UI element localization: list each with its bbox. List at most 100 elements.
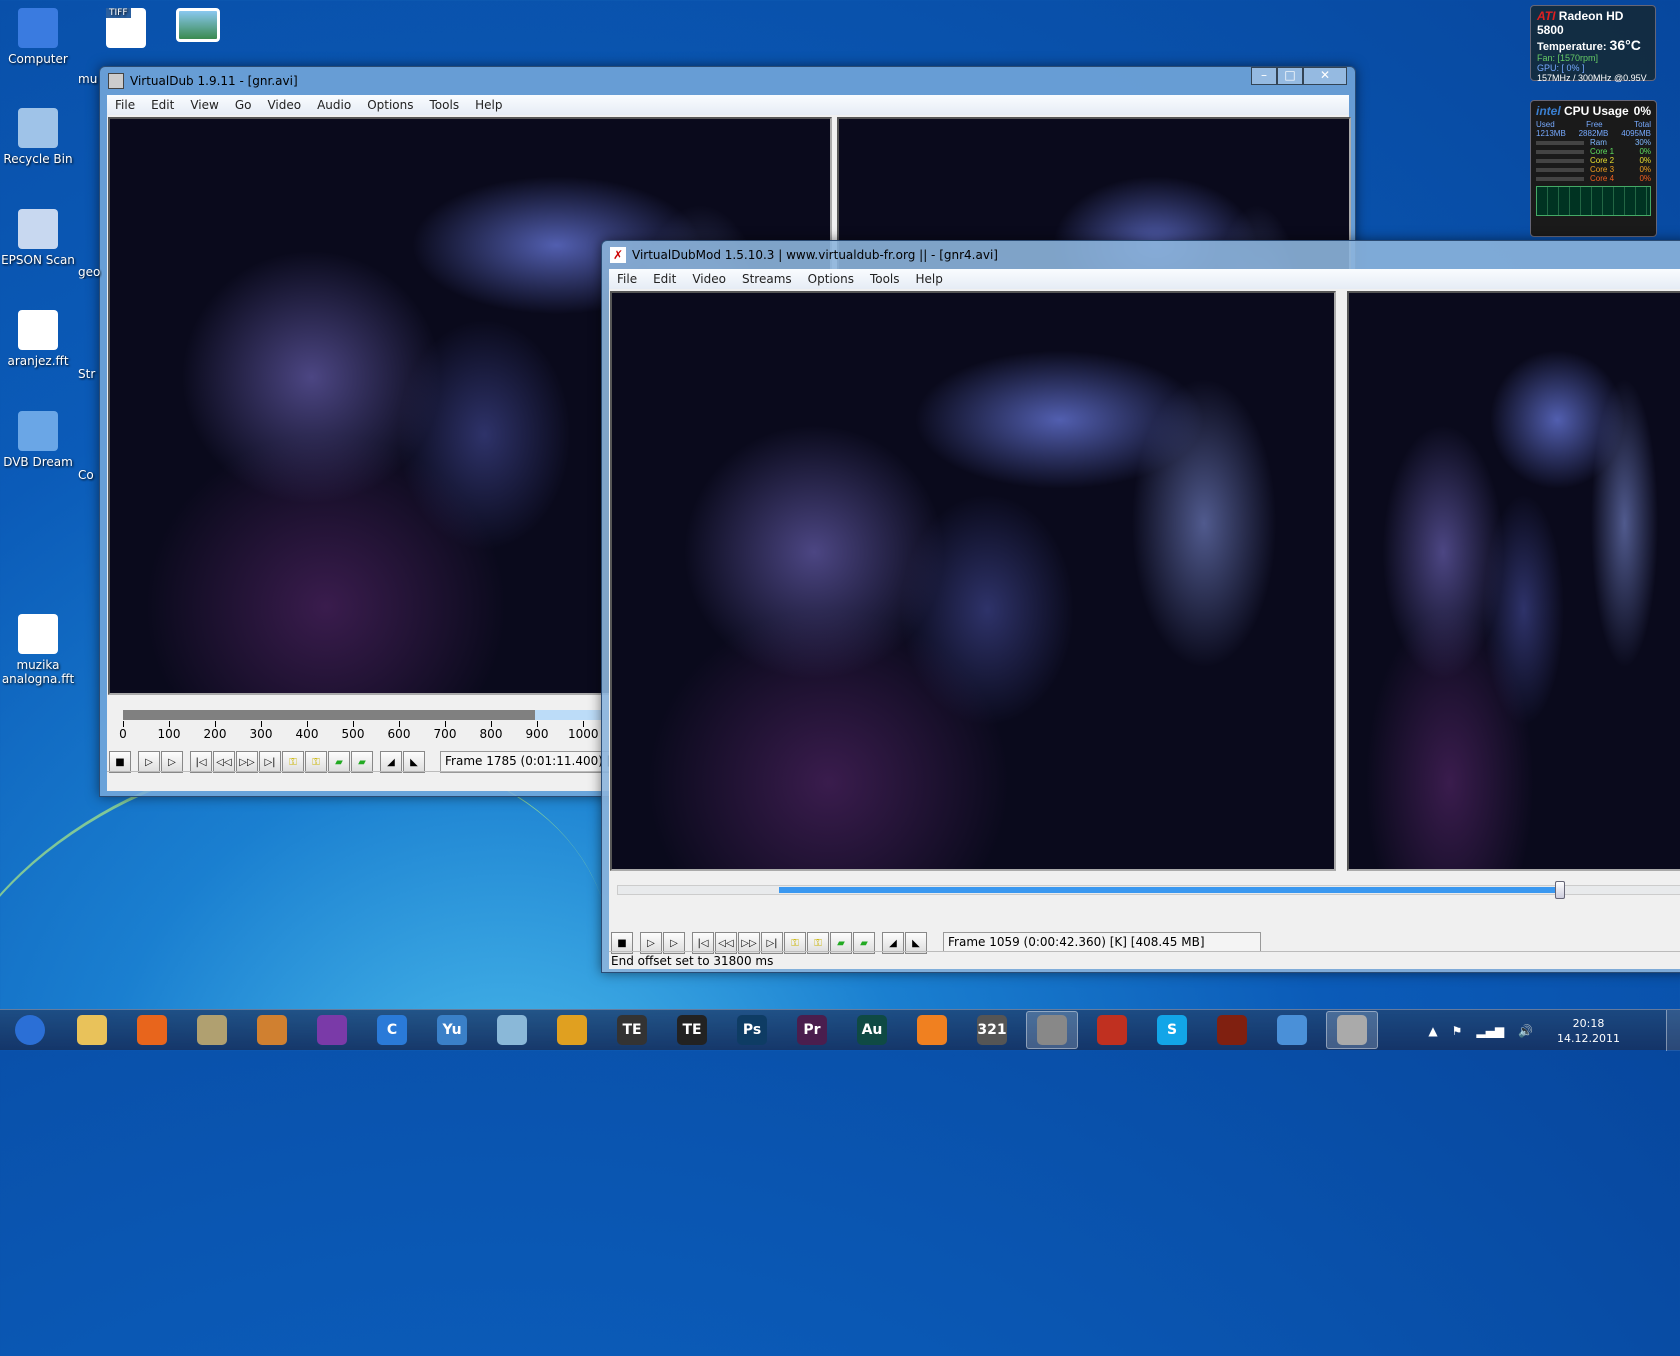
action-center-flag-icon[interactable]: ⚑ [1452, 1024, 1463, 1038]
slider-thumb[interactable] [1554, 881, 1565, 899]
taskbar-start[interactable] [8, 1011, 52, 1049]
menu-edit[interactable]: Edit [645, 272, 684, 286]
menu-help[interactable]: Help [467, 98, 510, 112]
menu-options[interactable]: Options [359, 98, 421, 112]
position-slider[interactable] [617, 881, 1680, 899]
show-hidden-icons-arrow-icon[interactable]: ▲ [1428, 1024, 1437, 1038]
close-button[interactable]: ✕ [1303, 67, 1347, 85]
taskbar-winrar[interactable] [306, 1011, 358, 1049]
next-keyframe-button[interactable]: ⚿ [305, 751, 327, 773]
taskbar-headphones[interactable] [546, 1011, 598, 1049]
menu-edit[interactable]: Edit [143, 98, 182, 112]
tick-label: 1000 [568, 727, 599, 741]
taskbar-app-321[interactable]: 321 [966, 1011, 1018, 1049]
taskbar-virtualdubmod[interactable] [1326, 1011, 1378, 1049]
menu-view[interactable]: View [182, 98, 226, 112]
used-value: 1213MB [1536, 129, 1566, 138]
free-value: 2882MB [1578, 129, 1609, 138]
desktop-icon[interactable]: muzika analogna.fft [0, 614, 76, 686]
desktop-item-icon [18, 411, 58, 451]
mark-out-button[interactable]: ◣ [403, 751, 425, 773]
start-button[interactable]: |◁ [190, 751, 212, 773]
volume-icon[interactable]: 🔊 [1518, 1024, 1533, 1038]
title-bar[interactable]: ✗ VirtualDubMod 1.5.10.3 | www.virtualdub… [602, 241, 1680, 269]
taskbar-firefox[interactable] [126, 1011, 178, 1049]
menu-file[interactable]: File [107, 98, 143, 112]
menu-help[interactable]: Help [908, 272, 951, 286]
menu-streams[interactable]: Streams [734, 272, 800, 286]
ati-gadget[interactable]: ATI Radeon HD 5800 Temperature: 36°C Fan… [1530, 5, 1656, 83]
end-button[interactable]: ▷| [259, 751, 281, 773]
title-bar[interactable]: VirtualDub 1.9.11 - [gnr.avi] [100, 67, 1355, 95]
menu-video[interactable]: Video [259, 98, 309, 112]
minimize-button[interactable]: – [1251, 67, 1277, 85]
menu-video[interactable]: Video [684, 272, 734, 286]
mark-in-button[interactable]: ◢ [380, 751, 402, 773]
taskbar-skype[interactable]: S [1146, 1011, 1198, 1049]
desktop-icon-image[interactable] [160, 8, 236, 46]
next-key-button[interactable]: ▷▷ [236, 751, 258, 773]
taskbar-rss[interactable] [906, 1011, 958, 1049]
virtualdubmod-icon: ✗ [610, 247, 626, 263]
taskbar-premiere[interactable]: Pr [786, 1011, 838, 1049]
desktop-icon-partial[interactable]: geo [78, 265, 102, 279]
menu-options[interactable]: Options [800, 272, 862, 286]
clock-time: 20:18 [1572, 1017, 1605, 1030]
desktop-icon-partial[interactable]: mu [78, 72, 102, 86]
prev-key-button[interactable]: ◁◁ [213, 751, 235, 773]
taskbar-app-yu[interactable]: Yu [426, 1011, 478, 1049]
menu-tools[interactable]: Tools [862, 272, 908, 286]
taskbar-photoshop[interactable]: Ps [726, 1011, 778, 1049]
taskbar-dvb[interactable] [1266, 1011, 1318, 1049]
desktop-icon-tiff[interactable]: TIFF [88, 8, 164, 52]
desktop-icon[interactable]: aranjez.fft [0, 310, 76, 368]
prev-scene-button[interactable]: ▰ [328, 751, 350, 773]
desktop-icon[interactable]: DVB Dream [0, 411, 76, 469]
virtualdubmod-window[interactable]: ✗ VirtualDubMod 1.5.10.3 | www.virtualdub… [601, 240, 1680, 973]
prev-keyframe-button[interactable]: ⚿ [282, 751, 304, 773]
desktop-icon-partial[interactable]: Str [78, 367, 102, 381]
taskbar-te-2[interactable]: TE [666, 1011, 718, 1049]
client-area: ■ ▷ ▷ |◁ ◁◁ ▷▷ ▷| ⚿ ⚿ ▰ ▰ ◢ ◣ Frame 1059 (0:00:42.36… [609, 289, 1680, 969]
menu-tools[interactable]: Tools [422, 98, 468, 112]
taskbar-app-dark[interactable] [1206, 1011, 1258, 1049]
play-output-button[interactable]: ▷ [161, 751, 183, 773]
taskbar-app-disc[interactable] [246, 1011, 298, 1049]
menu-file[interactable]: File [609, 272, 645, 286]
desktop-icon[interactable]: Recycle Bin [0, 108, 76, 166]
tick-label: 800 [479, 727, 503, 741]
taskbar-app-scanner[interactable] [186, 1011, 238, 1049]
taskbar-audition[interactable]: Au [846, 1011, 898, 1049]
desktop-icon[interactable]: EPSON Scan [0, 209, 76, 267]
clock-date: 14.12.2011 [1557, 1032, 1620, 1045]
desktop-icon-partial[interactable]: Co [78, 468, 102, 482]
taskbar-te-1[interactable]: TE [606, 1011, 658, 1049]
usage-bar [1536, 167, 1584, 172]
show-desktop-button[interactable] [1666, 1010, 1680, 1051]
taskbar-app-red[interactable] [1086, 1011, 1138, 1049]
usage-bar [1536, 140, 1584, 145]
play-input-button[interactable]: ▷ [138, 751, 160, 773]
taskbar-explorer[interactable] [66, 1011, 118, 1049]
menu-audio[interactable]: Audio [309, 98, 359, 112]
taskbar-virtualdub[interactable] [1026, 1011, 1078, 1049]
tick-label: 400 [295, 727, 319, 741]
virtualdubmod-icon [1337, 1015, 1367, 1045]
rss-icon [917, 1015, 947, 1045]
temp-label: Temperature: [1537, 41, 1607, 53]
te-2-icon: TE [677, 1015, 707, 1045]
te-1-icon: TE [617, 1015, 647, 1045]
taskbar-ccleaner[interactable]: C [366, 1011, 418, 1049]
clock[interactable]: 20:18 14.12.2011 [1557, 1016, 1620, 1046]
menu-go[interactable]: Go [227, 98, 260, 112]
next-scene-button[interactable]: ▰ [351, 751, 373, 773]
timeline-ticks: 0 100 200 300 400 500 600 700 800 900 1000 [119, 721, 683, 745]
stop-button[interactable]: ■ [109, 751, 131, 773]
desktop-icon[interactable]: Computer [0, 8, 76, 66]
taskbar-notepad[interactable] [486, 1011, 538, 1049]
cpu-gadget[interactable]: intel CPU Usage 0% Used Free Total 1213MB 28… [1530, 100, 1657, 237]
network-signal-icon[interactable]: ▂▄▆ [1476, 1024, 1504, 1038]
usage-bar [1536, 158, 1584, 163]
timeline-track[interactable] [123, 710, 683, 720]
maximize-button[interactable]: □ [1277, 67, 1303, 85]
